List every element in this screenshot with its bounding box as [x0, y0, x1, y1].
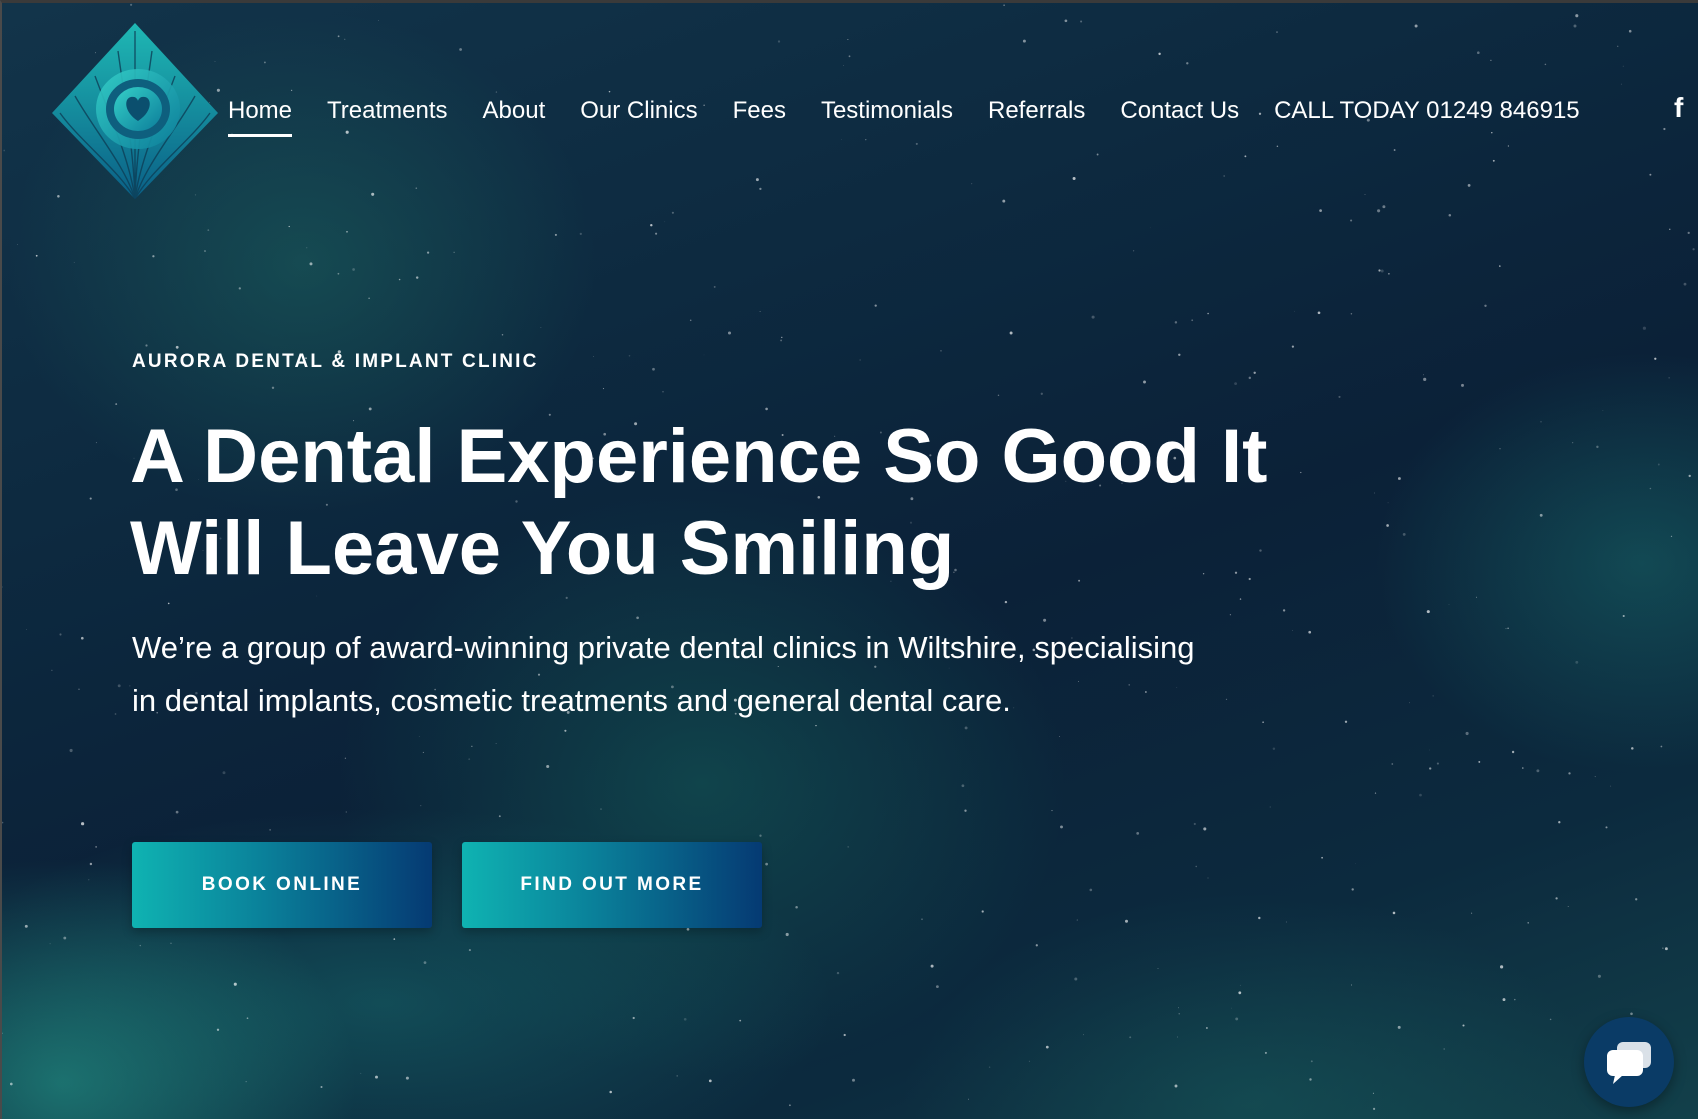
nav-our-clinics[interactable]: Our Clinics [580, 91, 697, 131]
nav-testimonials[interactable]: Testimonials [821, 91, 953, 131]
nav-call-today[interactable]: CALL TODAY 01249 846915 [1274, 91, 1580, 131]
hero-lead-text: We’re a group of award-winning private d… [132, 630, 1195, 718]
nav-about[interactable]: About [483, 91, 546, 131]
clinic-logo[interactable] [50, 21, 220, 199]
nav-treatments[interactable]: Treatments [327, 91, 447, 131]
hero-headline: A Dental Experience So Good It Will Leav… [130, 414, 1268, 591]
nav-contact-us[interactable]: Contact Us [1120, 91, 1239, 131]
nav-home[interactable]: Home [228, 91, 293, 137]
chat-bubbles-icon [1607, 1042, 1651, 1084]
main-navigation: Home Treatments About Our Clinics Fees T… [228, 91, 1580, 137]
nav-referrals[interactable]: Referrals [988, 91, 1085, 131]
hero-eyebrow: AURORA DENTAL & IMPLANT CLINIC [132, 351, 539, 372]
facebook-icon[interactable]: f [1674, 93, 1683, 123]
book-online-button[interactable]: BOOK ONLINE [132, 842, 432, 928]
nav-fees[interactable]: Fees [733, 91, 786, 131]
find-out-more-button[interactable]: FIND OUT MORE [462, 842, 762, 928]
hero-viewport: Home Treatments About Our Clinics Fees T… [0, 0, 1698, 1119]
chat-widget-button[interactable] [1584, 1017, 1674, 1107]
